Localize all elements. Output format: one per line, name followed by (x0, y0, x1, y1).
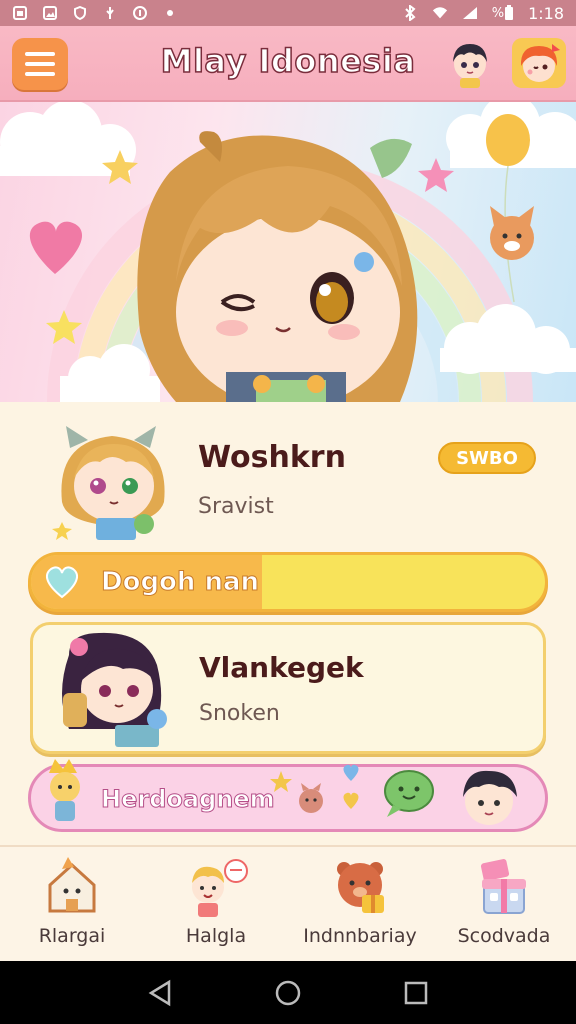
status-time: 1:18 (528, 3, 564, 23)
gift-box-icon (480, 859, 526, 914)
app-header: Mlay Idonesia (0, 26, 576, 102)
banner-bar-2-label: Herdoagnem (101, 785, 276, 814)
home-button[interactable] (273, 978, 303, 1008)
chibi-girl-avatar-1 (52, 426, 165, 540)
profile-card-2[interactable]: Vlankegek Snoken (30, 622, 546, 754)
profile-2-subtitle: Snoken (199, 701, 280, 726)
info-icon (132, 5, 148, 21)
house-character-icon (48, 857, 96, 913)
profile-1-name: Woshkrn (198, 440, 346, 475)
nav-item-3[interactable]: Indnnbariay (288, 847, 432, 961)
nav-item-1[interactable]: Rlargai (0, 847, 144, 961)
bluetooth-icon (402, 5, 418, 21)
nav-label-1: Rlargai (38, 925, 106, 947)
recents-square-icon (404, 981, 428, 1004)
status-right-icons: % 1:18 (402, 4, 564, 23)
sticker-row-icons (270, 764, 517, 825)
status-bar: % 1:18 (0, 0, 576, 26)
system-navigation-bar (0, 961, 576, 1024)
usb-icon (102, 5, 118, 21)
nav-label-3: Indnnbariay (303, 925, 417, 947)
signal-icon (462, 5, 478, 21)
back-triangle-icon (148, 979, 171, 1006)
winking-chibi-girl-banner (0, 102, 576, 402)
heart-icon (46, 566, 78, 599)
battery-icon: % (492, 5, 514, 21)
chibi-girl-avatar-2 (62, 632, 167, 747)
header-avatar-boy[interactable] (446, 38, 494, 88)
shield-icon (72, 5, 88, 21)
progress-bar-1[interactable]: Dogoh nan (28, 552, 548, 612)
profile-1-subtitle: Sravist (198, 494, 274, 519)
nav-label-2: Halgla (185, 925, 247, 947)
progress-bar-1-label: Dogoh nan (100, 567, 260, 598)
banner-bar-2[interactable]: Herdoagnem (28, 759, 548, 832)
content-area: Woshkrn Sravist SWBO Dogoh nan Vlankegek… (0, 402, 576, 845)
sim-icon (12, 5, 28, 21)
back-button[interactable] (145, 978, 175, 1008)
image-icon (42, 5, 58, 21)
bear-gift-icon (337, 862, 384, 913)
dot-icon (162, 5, 178, 21)
profile-1-badge[interactable]: SWBO (438, 442, 536, 474)
recents-button[interactable] (401, 978, 431, 1008)
profile-2-name: Vlankegek (199, 651, 364, 684)
hero-banner (0, 102, 576, 402)
status-left-icons (12, 5, 178, 21)
bottom-navigation: Rlargai Halgla Indnnbariay Scodvada (0, 845, 576, 961)
header-avatar-girl[interactable] (512, 38, 566, 88)
nav-item-2[interactable]: Halgla (144, 847, 288, 961)
battery-label: % (491, 5, 505, 21)
nav-item-4[interactable]: Scodvada (432, 847, 576, 961)
profile-card-1[interactable]: Woshkrn Sravist SWBO (0, 414, 576, 544)
wifi-icon (432, 5, 448, 21)
kid-speech-icon (192, 859, 248, 917)
nav-label-4: Scodvada (457, 925, 551, 947)
chibi-king-icon (49, 759, 80, 821)
home-circle-icon (275, 980, 301, 1005)
